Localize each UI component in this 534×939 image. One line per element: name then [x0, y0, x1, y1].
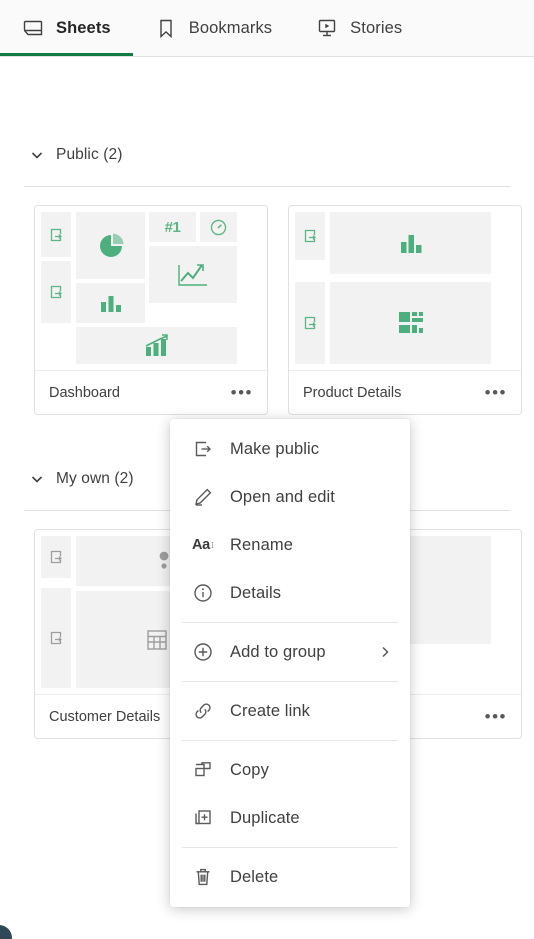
menu-item-add-to-group[interactable]: Add to group — [170, 628, 410, 676]
plus-circle-icon — [192, 641, 214, 663]
ellipsis-icon[interactable]: ••• — [231, 384, 253, 401]
trash-icon — [192, 866, 214, 888]
menu-item-label: Rename — [230, 535, 293, 554]
menu-item-label: Add to group — [230, 642, 326, 661]
ellipsis-icon[interactable]: ••• — [485, 384, 507, 401]
sheet-thumbnail: #1 — [35, 206, 267, 370]
chevron-down-icon — [30, 472, 44, 486]
thumb-tile-gauge — [200, 212, 237, 242]
thumb-tile-line — [149, 246, 237, 303]
thumb-tile-kpi: #1 — [149, 212, 196, 242]
duplicate-icon — [192, 807, 214, 829]
sheet-card-dashboard[interactable]: #1 Dashboard ••• — [34, 205, 268, 415]
sheet-card-title: Product Details — [303, 384, 402, 401]
section-my-own-title: My own (2) — [56, 470, 134, 487]
info-icon — [192, 582, 214, 604]
menu-item-make-public[interactable]: Make public — [170, 425, 410, 473]
thumb-tile-bar — [76, 283, 145, 323]
menu-separator — [182, 847, 398, 848]
sheet-thumbnail — [289, 206, 521, 370]
sheet-card-product-details[interactable]: Product Details ••• — [288, 205, 522, 415]
menu-separator — [182, 740, 398, 741]
tab-sheets[interactable]: Sheets — [0, 0, 133, 56]
thumb-kpi-label: #1 — [164, 218, 181, 236]
sheet-card-footer: Dashboard ••• — [35, 370, 267, 414]
thumb-tile-export-2 — [41, 588, 71, 688]
tab-bookmarks-label: Bookmarks — [188, 18, 273, 37]
thumb-tile-export-1 — [41, 536, 71, 578]
menu-item-label: Copy — [230, 760, 269, 779]
sheet-card-title: Customer Details — [49, 708, 161, 725]
thumb-tile-export-1 — [295, 212, 325, 260]
section-public-header[interactable]: Public (2) — [0, 138, 534, 172]
sheet-icon — [22, 17, 44, 39]
page-corner-decoration — [0, 921, 18, 939]
menu-item-label: Open and edit — [230, 487, 335, 506]
menu-separator — [182, 622, 398, 623]
menu-item-label: Create link — [230, 701, 310, 720]
tab-sheets-label: Sheets — [56, 18, 111, 37]
story-icon — [316, 17, 338, 39]
thumb-tile-treemap — [330, 282, 491, 364]
menu-item-label: Duplicate — [230, 808, 300, 827]
menu-item-copy[interactable]: Copy — [170, 746, 410, 794]
menu-item-label: Delete — [230, 867, 279, 886]
chevron-down-icon — [30, 148, 44, 162]
tab-stories[interactable]: Stories — [294, 0, 424, 56]
thumb-tile-pie — [76, 212, 145, 279]
tab-bookmarks[interactable]: Bookmarks — [133, 0, 294, 56]
view-tabs: Sheets Bookmarks Stories — [0, 0, 534, 57]
menu-item-details[interactable]: Details — [170, 569, 410, 617]
menu-item-duplicate[interactable]: Duplicate — [170, 794, 410, 842]
thumb-tile-export-2 — [295, 282, 325, 364]
make-public-icon — [192, 438, 214, 460]
sheet-card-title: Dashboard — [49, 384, 120, 401]
thumb-tile-combo — [76, 327, 237, 364]
section-public-title: Public (2) — [56, 146, 123, 163]
bookmark-icon — [155, 17, 177, 39]
thumb-tile-bar — [330, 212, 491, 274]
menu-item-delete[interactable]: Delete — [170, 853, 410, 901]
rename-aa-text: Aa — [192, 537, 210, 553]
menu-item-rename[interactable]: Aa Rename — [170, 521, 410, 569]
thumb-tile-export-2 — [41, 261, 71, 323]
pencil-icon — [192, 486, 214, 508]
ellipsis-icon[interactable]: ••• — [485, 708, 507, 725]
menu-separator — [182, 681, 398, 682]
tab-stories-label: Stories — [350, 18, 403, 37]
menu-item-open-and-edit[interactable]: Open and edit — [170, 473, 410, 521]
section-public: Public (2) #1 Dashboard ••• Product Deta… — [0, 138, 534, 415]
menu-item-label: Make public — [230, 439, 320, 458]
public-card-row: #1 Dashboard ••• Product Details ••• — [0, 187, 534, 415]
sheet-card-footer: Product Details ••• — [289, 370, 521, 414]
menu-item-label: Details — [230, 583, 282, 602]
thumb-tile-export-1 — [41, 212, 71, 257]
menu-item-create-link[interactable]: Create link — [170, 687, 410, 735]
copy-icon — [192, 759, 214, 781]
link-icon — [192, 700, 214, 722]
sheet-context-menu: Make public Open and edit Aa Rename Deta… — [170, 419, 410, 907]
chevron-right-icon — [378, 645, 392, 659]
rename-aa-icon: Aa — [192, 534, 214, 556]
